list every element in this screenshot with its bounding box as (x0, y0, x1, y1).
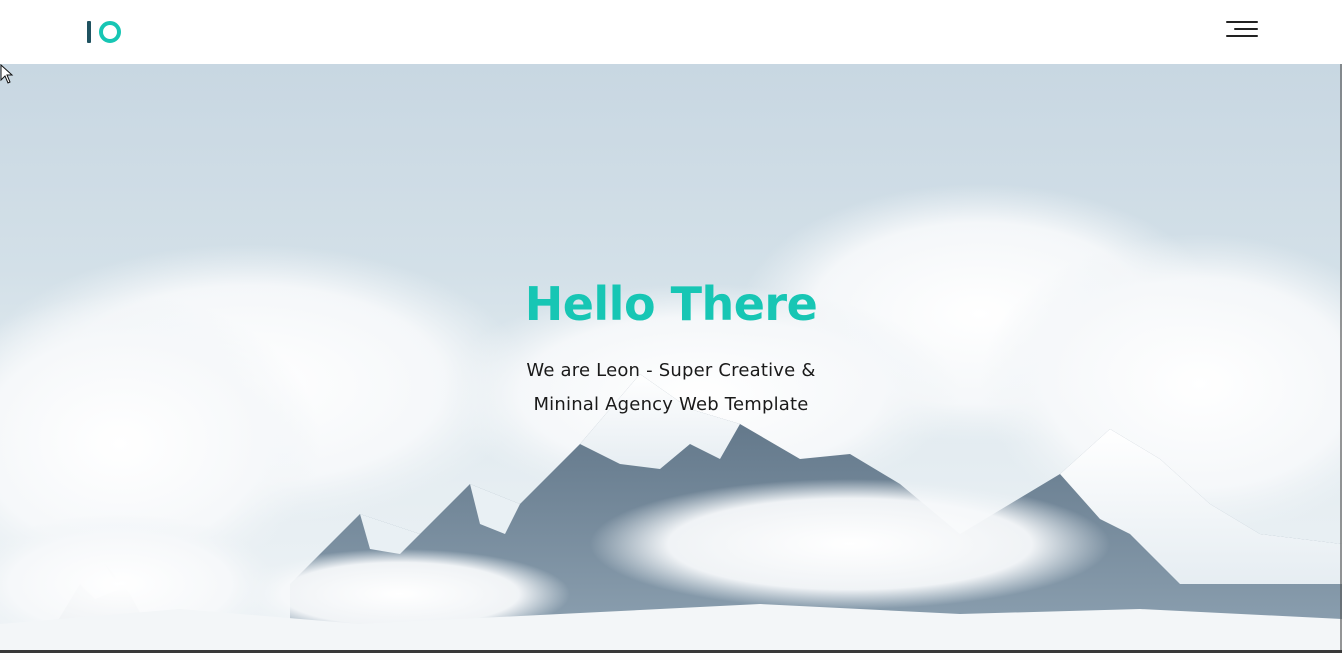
hamburger-menu-icon[interactable] (1224, 19, 1258, 41)
hero-subtitle-line-2: Mininal Agency Web Template (533, 394, 809, 415)
hero-title: Hello There (524, 277, 818, 331)
logo-ring-mark (99, 21, 121, 43)
menu-line (1226, 35, 1258, 37)
hero-subtitle-line-1: We are Leon - Super Creative & (526, 360, 816, 381)
landing-page: Hello There We are Leon - Super Creative… (0, 0, 1342, 653)
hero-section: Hello There We are Leon - Super Creative… (0, 64, 1342, 650)
mouse-cursor-icon (0, 64, 14, 84)
menu-line (1226, 21, 1258, 23)
site-header (0, 0, 1342, 64)
menu-line (1234, 28, 1258, 30)
hero-subtitle: We are Leon - Super Creative & Mininal A… (0, 354, 1342, 422)
logo-bar-mark (87, 21, 91, 43)
hero-content: Hello There We are Leon - Super Creative… (0, 64, 1342, 650)
site-logo[interactable] (87, 20, 121, 44)
